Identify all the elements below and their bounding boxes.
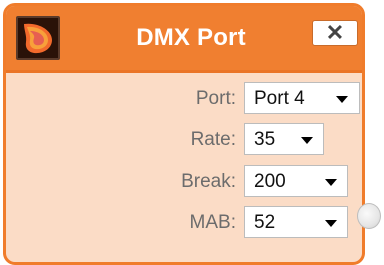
app-logo-icon bbox=[16, 16, 60, 60]
break-value: 200 bbox=[254, 171, 286, 192]
mab-label: MAB: bbox=[189, 212, 236, 233]
window-title: DMX Port bbox=[136, 24, 246, 51]
rate-row: Rate: bbox=[6, 123, 236, 155]
rate-value: 35 bbox=[254, 129, 276, 150]
mab-value: 52 bbox=[254, 212, 276, 233]
close-icon: ✕ bbox=[325, 20, 345, 45]
rate-select[interactable]: 35 bbox=[244, 123, 324, 155]
port-row: Port: bbox=[6, 82, 236, 114]
port-label: Port: bbox=[195, 88, 236, 109]
rate-label: Rate: bbox=[190, 129, 236, 150]
chevron-down-icon bbox=[301, 137, 313, 144]
output-connector-icon[interactable] bbox=[357, 203, 381, 229]
title-bar[interactable]: DMX Port ✕ bbox=[6, 6, 362, 73]
close-button[interactable]: ✕ bbox=[312, 20, 358, 46]
break-select[interactable]: 200 bbox=[244, 165, 348, 197]
chevron-down-icon bbox=[325, 220, 337, 227]
port-value: Port 4 bbox=[254, 88, 305, 109]
chevron-down-icon bbox=[336, 96, 348, 103]
dmx-port-panel: DMX Port ✕ Port: Port 4 Rate: 35 Break: … bbox=[3, 3, 365, 265]
mab-select[interactable]: 52 bbox=[244, 206, 348, 238]
port-select[interactable]: Port 4 bbox=[244, 82, 360, 114]
chevron-down-icon bbox=[325, 179, 337, 186]
mab-row: MAB: bbox=[6, 206, 236, 238]
break-label: Break: bbox=[181, 171, 236, 192]
break-row: Break: bbox=[6, 165, 236, 197]
